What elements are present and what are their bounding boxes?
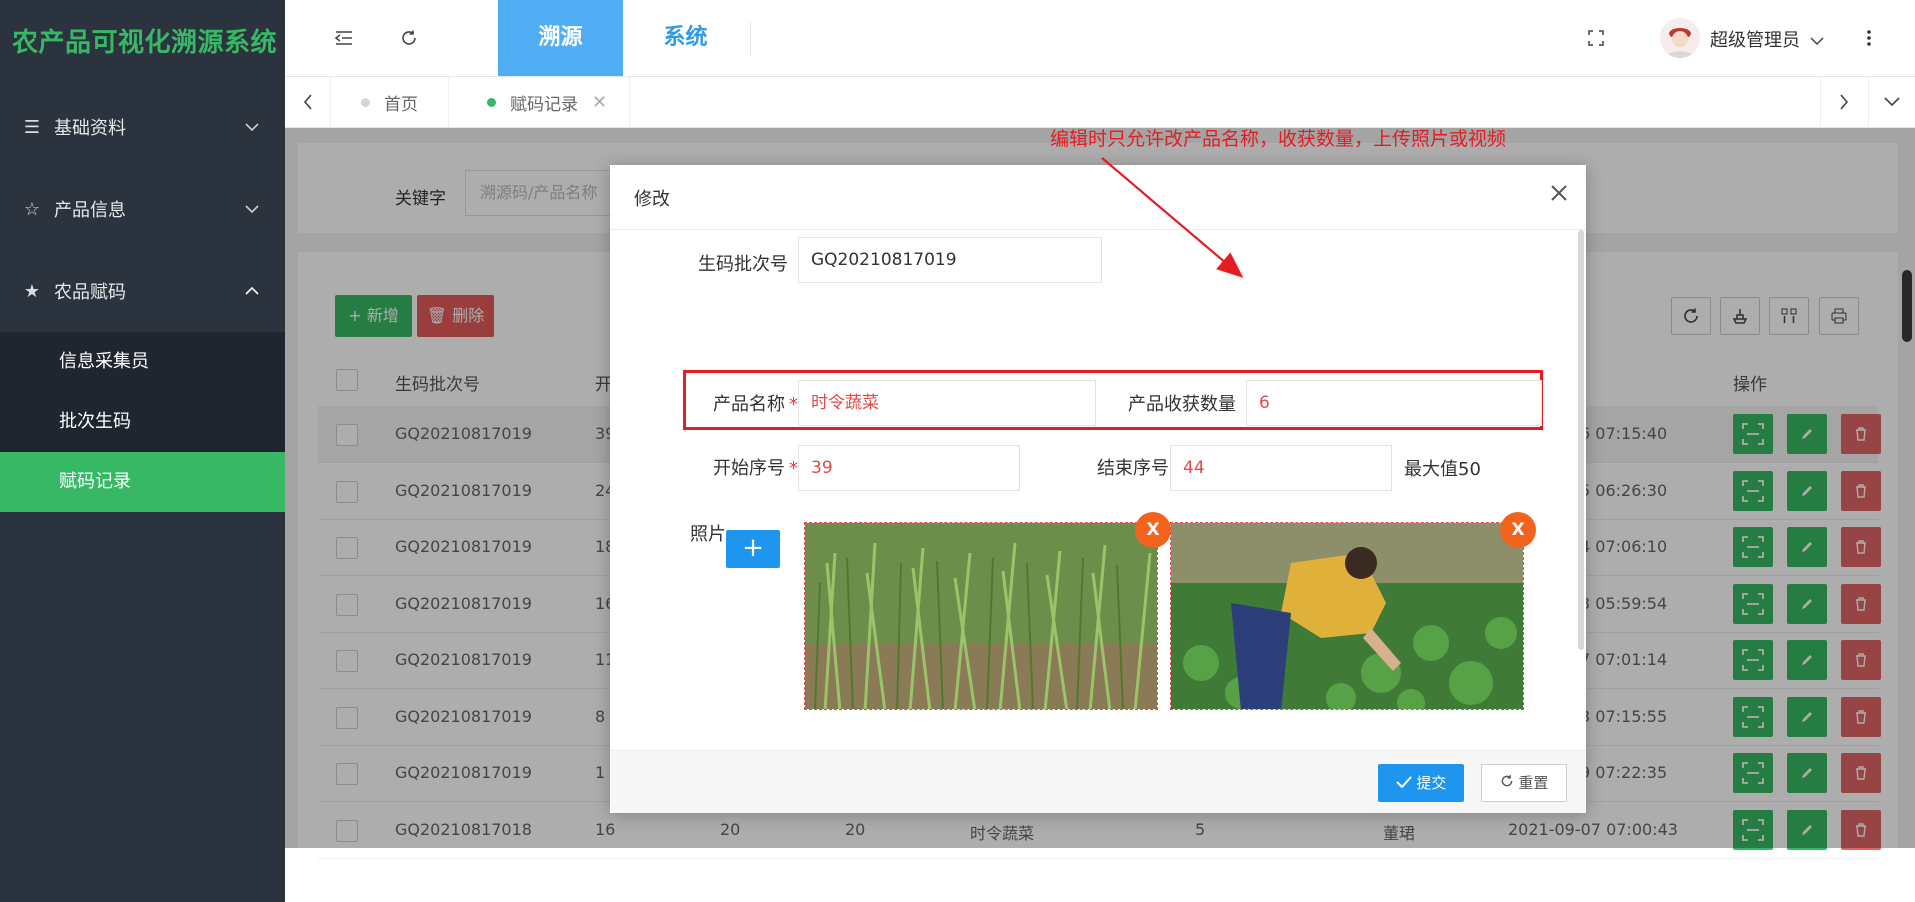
tabs-scroll-left-icon[interactable]	[285, 77, 331, 127]
dialog-body: 生码批次号 GQ20210817019 产品名称 * 时令蔬菜 产品收获数量 6 …	[610, 230, 1586, 715]
page-tab-label: 首页	[384, 94, 418, 115]
top-header: 溯源 系统 超级管理员	[285, 0, 1915, 77]
tab-system[interactable]: 系统	[623, 0, 748, 76]
harvest-qty-field[interactable]: 6	[1246, 380, 1542, 426]
page-tabs-bar: 首页 赋码记录 ✕	[285, 77, 1915, 128]
chevron-down-icon	[1810, 30, 1824, 51]
photo-thumbnail-1	[804, 522, 1158, 710]
submit-button-label: 提交	[1416, 774, 1447, 792]
product-name-label: 产品名称 *	[702, 390, 798, 416]
max-value-hint: 最大值50	[1404, 459, 1481, 480]
refresh-icon	[1500, 774, 1519, 792]
page-tab-home[interactable]: 首页	[331, 77, 449, 127]
dialog-title: 修改	[634, 189, 670, 210]
product-name-label-text: 产品名称	[713, 394, 785, 415]
menu-group-product-info[interactable]: ☆ 产品信息	[0, 168, 285, 250]
close-icon[interactable]	[1550, 181, 1568, 207]
list-icon: ☰	[23, 116, 41, 138]
upload-photo-button[interactable]: +	[726, 530, 780, 568]
end-no-label-text: 结束序号	[1097, 458, 1169, 479]
product-name-field[interactable]: 时令蔬菜	[798, 380, 1096, 426]
chevron-down-icon	[245, 203, 259, 217]
remove-photo-2-button[interactable]: X	[1500, 512, 1536, 548]
start-no-label: 开始序号 *	[702, 454, 798, 480]
batch-label: 生码批次号	[698, 254, 788, 275]
chevron-down-icon	[245, 121, 259, 135]
menu-group-label: 产品信息	[54, 200, 126, 221]
avatar[interactable]	[1660, 18, 1700, 58]
star-icon: ☆	[23, 198, 41, 220]
batch-field[interactable]: GQ20210817019	[798, 237, 1102, 283]
page-tab-coding-records[interactable]: 赋码记录 ✕	[457, 77, 631, 127]
check-icon	[1395, 774, 1417, 792]
end-no-field[interactable]: 44	[1170, 445, 1392, 491]
required-marker: *	[789, 458, 798, 479]
start-no-field[interactable]: 39	[798, 445, 1020, 491]
reset-button[interactable]: 重置	[1481, 764, 1567, 802]
user-name: 超级管理员	[1710, 30, 1800, 51]
tab-status-dot	[361, 97, 370, 107]
start-no-label-text: 开始序号	[713, 458, 785, 479]
dialog-footer: 提交 重置	[610, 750, 1586, 813]
page-tab-label: 赋码记录	[510, 94, 578, 115]
more-vertical-icon[interactable]	[1855, 24, 1883, 52]
collapse-menu-icon[interactable]	[330, 24, 358, 52]
header-divider	[750, 22, 751, 56]
user-menu[interactable]: 超级管理员	[1710, 26, 1824, 52]
menu-group-basic-data[interactable]: ☰ 基础资料	[0, 86, 285, 168]
close-icon[interactable]: ✕	[592, 92, 607, 113]
menu-group-label: 基础资料	[54, 118, 126, 139]
tab-trace[interactable]: 溯源	[498, 0, 623, 76]
remove-photo-1-button[interactable]: X	[1135, 512, 1171, 548]
sidebar-item-coding-records[interactable]: 赋码记录	[0, 452, 285, 512]
fullscreen-icon[interactable]	[1582, 24, 1610, 52]
reset-button-label: 重置	[1518, 774, 1549, 792]
sidebar: 农产品可视化溯源系统 ☰ 基础资料 ☆ 产品信息 ★ 农品赋码 信息采集员 批次…	[0, 0, 285, 902]
end-no-label: 结束序号*	[1080, 454, 1182, 480]
app-title: 农产品可视化溯源系统	[12, 28, 278, 58]
dialog-scrollbar[interactable]	[1578, 230, 1584, 650]
photo-thumbnail-2	[1170, 522, 1524, 710]
refresh-icon[interactable]	[395, 24, 423, 52]
dialog-header: 修改	[610, 165, 1586, 230]
required-marker: *	[789, 394, 798, 415]
photo-label: 照片	[690, 524, 726, 545]
chevron-up-icon	[245, 285, 259, 299]
edit-dialog: 修改 生码批次号 GQ20210817019 产品名称 * 时令蔬菜 产品收获数量…	[610, 165, 1586, 813]
tabs-menu-chevron-down-icon[interactable]	[1868, 77, 1914, 127]
submenu-coding: 信息采集员 批次生码 赋码记录	[0, 332, 285, 512]
tab-status-dot	[487, 97, 496, 107]
harvest-qty-label: 产品收获数量	[1128, 394, 1236, 415]
menu-group-coding[interactable]: ★ 农品赋码	[0, 250, 285, 332]
tabs-scroll-right-icon[interactable]	[1820, 77, 1866, 127]
annotation-text: 编辑时只允许改产品名称，收获数量，上传照片或视频	[1050, 128, 1507, 150]
submit-button[interactable]: 提交	[1378, 764, 1464, 802]
sidebar-item-batch-generate[interactable]: 批次生码	[0, 392, 285, 452]
sidebar-item-collector[interactable]: 信息采集员	[0, 332, 285, 392]
star-icon: ★	[23, 280, 41, 302]
menu-group-label: 农品赋码	[54, 282, 126, 303]
